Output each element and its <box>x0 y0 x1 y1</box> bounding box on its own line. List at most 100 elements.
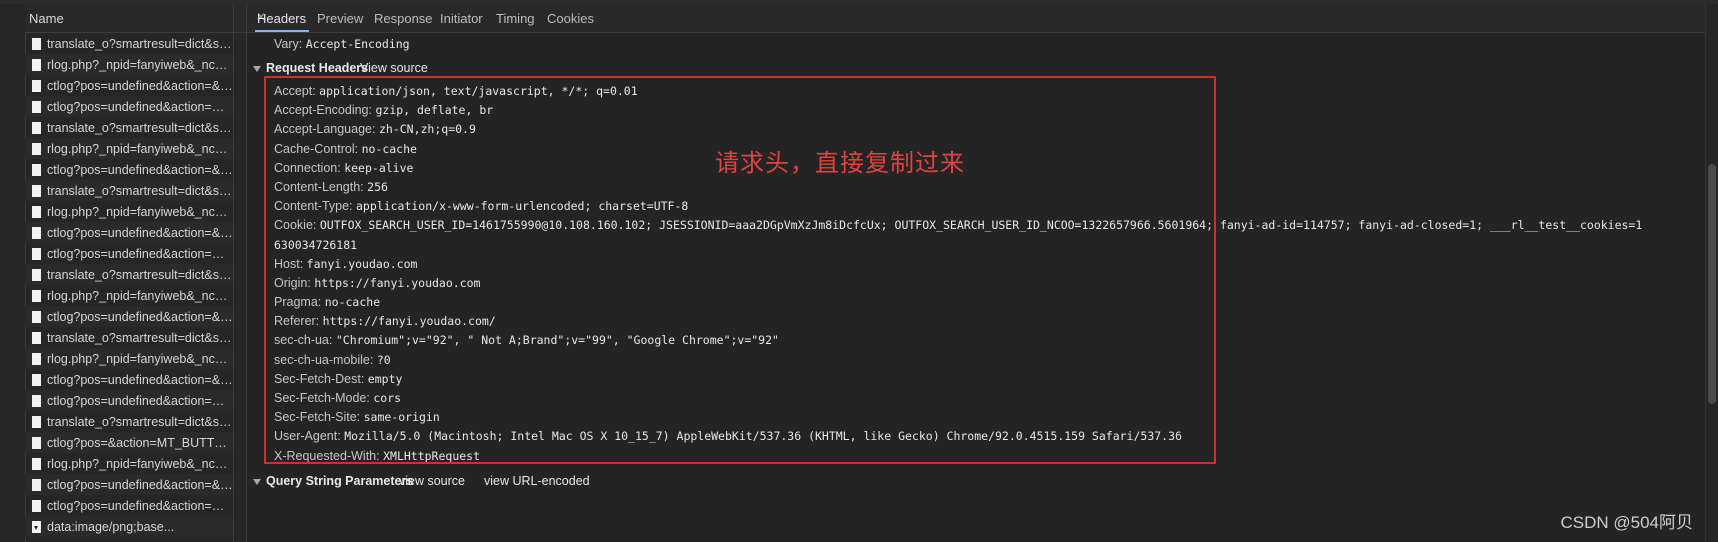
document-icon <box>32 352 41 365</box>
view-source-link[interactable]: View source <box>360 61 428 75</box>
request-name: ctlog?pos=undefined&action=RE... <box>47 246 233 261</box>
request-row[interactable]: rlog.php?_npid=fanyiweb&_ncat=... <box>25 138 233 159</box>
request-name: translate_o?smartresult=dict&sm... <box>47 120 233 135</box>
request-name: ctlog?pos=undefined&action=&se... <box>47 372 233 387</box>
details-tabbar: ✕ Headers Preview Response Initiator Tim… <box>247 4 1718 33</box>
tab-initiator[interactable]: Initiator <box>440 11 483 26</box>
scrollbar-thumb[interactable] <box>1708 164 1716 404</box>
tab-response[interactable]: Response <box>374 11 433 26</box>
request-name: ctlog?pos=undefined&action=RE... <box>47 393 233 408</box>
request-name: rlog.php?_npid=fanyiweb&_ncat=... <box>47 456 233 471</box>
expand-triangle-icon <box>253 478 261 485</box>
request-row[interactable]: translate_o?smartresult=dict&sm... <box>25 180 233 201</box>
request-row[interactable]: ctlog?pos=undefined&action=RE... <box>25 390 233 411</box>
request-name: ctlog?pos=undefined&action=&se... <box>47 477 233 492</box>
request-row[interactable]: rlog.php?_npid=fanyiweb&_ncat=... <box>25 453 233 474</box>
document-icon <box>32 100 41 113</box>
request-row[interactable]: translate_o?smartresult=dict&sm... <box>25 264 233 285</box>
left-gutter <box>0 4 26 542</box>
document-icon <box>32 79 41 92</box>
request-name: ctlog?pos=&action=MT_BUTTON... <box>47 435 233 450</box>
expand-triangle-icon <box>253 65 261 72</box>
request-name: data:image/png;base... <box>47 519 175 534</box>
document-icon <box>32 205 41 218</box>
document-icon <box>32 415 41 428</box>
request-name: ctlog?pos=undefined&action=RE... <box>47 498 233 513</box>
request-name: rlog.php?_npid=fanyiweb&_ncat=... <box>47 288 233 303</box>
header-value: Accept-Encoding <box>305 37 410 51</box>
request-row[interactable]: rlog.php?_npid=fanyiweb&_ncat=... <box>25 348 233 369</box>
request-name: translate_o?smartresult=dict&sm... <box>47 183 233 198</box>
request-name: rlog.php?_npid=fanyiweb&_ncat=... <box>47 141 233 156</box>
request-row[interactable]: ctlog?pos=undefined&action=RE... <box>25 96 233 117</box>
document-icon <box>32 373 41 386</box>
tab-headers[interactable]: Headers <box>257 11 306 26</box>
tab-preview[interactable]: Preview <box>317 11 363 26</box>
request-name: ctlog?pos=undefined&action=RE... <box>47 99 233 114</box>
document-icon <box>32 226 41 239</box>
request-row[interactable]: ctlog?pos=undefined&action=&se... <box>25 159 233 180</box>
vertical-scrollbar[interactable] <box>1705 4 1718 542</box>
document-icon <box>32 163 41 176</box>
request-row[interactable]: ctlog?pos=&action=MT_BUTTON... <box>25 432 233 453</box>
view-url-encoded-link[interactable]: view URL-encoded <box>484 474 590 488</box>
document-icon <box>32 478 41 491</box>
highlight-box <box>264 76 1216 464</box>
request-list: translate_o?smartresult=dict&sm... rlog.p… <box>25 33 233 537</box>
request-name: translate_o?smartresult=dict&sm... <box>47 414 233 429</box>
name-column-header[interactable]: Name <box>25 4 246 33</box>
image-file-icon <box>32 520 41 533</box>
request-row[interactable]: rlog.php?_npid=fanyiweb&_ncat=... <box>25 285 233 306</box>
request-row[interactable]: ctlog?pos=undefined&action=RE... <box>25 243 233 264</box>
request-name: rlog.php?_npid=fanyiweb&_ncat=... <box>47 57 233 72</box>
request-row[interactable]: translate_o?smartresult=dict&sm... <box>25 117 233 138</box>
request-name: ctlog?pos=undefined&action=&se... <box>47 309 233 324</box>
document-icon <box>32 457 41 470</box>
requests-panel: Name translate_o?smartresult=dict&sm...r… <box>0 4 247 542</box>
document-icon <box>32 331 41 344</box>
vary-header-row: Vary: Accept-Encoding <box>274 37 410 51</box>
column-divider[interactable] <box>233 4 234 542</box>
headers-content: Vary: Accept-Encoding Request Headers Vi… <box>247 33 1718 542</box>
request-row[interactable]: translate_o?smartresult=dict&sm... <box>25 33 233 54</box>
tab-timing[interactable]: Timing <box>496 11 535 26</box>
request-row[interactable]: ctlog?pos=undefined&action=&se... <box>25 474 233 495</box>
document-icon <box>32 142 41 155</box>
annotation-text: 请求头，直接复制过来 <box>715 150 965 177</box>
view-source-link[interactable]: view source <box>399 474 465 488</box>
request-row[interactable]: ctlog?pos=undefined&action=RE... <box>25 495 233 516</box>
request-row[interactable]: data:image/png;base... <box>25 516 233 537</box>
request-row[interactable]: ctlog?pos=undefined&action=&se... <box>25 75 233 96</box>
request-row[interactable]: ctlog?pos=undefined&action=&se... <box>25 306 233 327</box>
document-icon <box>32 268 41 281</box>
request-row[interactable]: ctlog?pos=undefined&action=&se... <box>25 369 233 390</box>
document-icon <box>32 121 41 134</box>
document-icon <box>32 184 41 197</box>
request-name: rlog.php?_npid=fanyiweb&_ncat=... <box>47 204 233 219</box>
active-tab-indicator <box>255 30 309 32</box>
request-row[interactable]: ctlog?pos=undefined&action=&se... <box>25 222 233 243</box>
tab-cookies[interactable]: Cookies <box>547 11 594 26</box>
request-headers-section-title[interactable]: Request Headers <box>253 61 368 75</box>
document-icon <box>32 394 41 407</box>
request-name: ctlog?pos=undefined&action=&se... <box>47 78 233 93</box>
request-row[interactable]: rlog.php?_npid=fanyiweb&_ncat=... <box>25 54 233 75</box>
document-icon <box>32 247 41 260</box>
document-icon <box>32 58 41 71</box>
request-name: ctlog?pos=undefined&action=&se... <box>47 162 233 177</box>
header-key: Vary: <box>274 37 303 51</box>
request-name: translate_o?smartresult=dict&sm... <box>47 267 233 282</box>
section-title-text: Query String Parameters <box>266 474 414 488</box>
section-title-text: Request Headers <box>266 61 369 75</box>
name-column-label: Name <box>29 11 64 26</box>
request-row[interactable]: translate_o?smartresult=dict&sm... <box>25 327 233 348</box>
query-string-section-title[interactable]: Query String Parameters <box>253 474 413 488</box>
request-row[interactable]: rlog.php?_npid=fanyiweb&_ncat=... <box>25 201 233 222</box>
document-icon <box>32 499 41 512</box>
request-name: translate_o?smartresult=dict&sm... <box>47 330 233 345</box>
document-icon <box>32 436 41 449</box>
request-row[interactable]: translate_o?smartresult=dict&sm... <box>25 411 233 432</box>
request-name: translate_o?smartresult=dict&sm... <box>47 36 233 51</box>
details-panel: ✕ Headers Preview Response Initiator Tim… <box>247 4 1718 542</box>
document-icon <box>32 310 41 323</box>
